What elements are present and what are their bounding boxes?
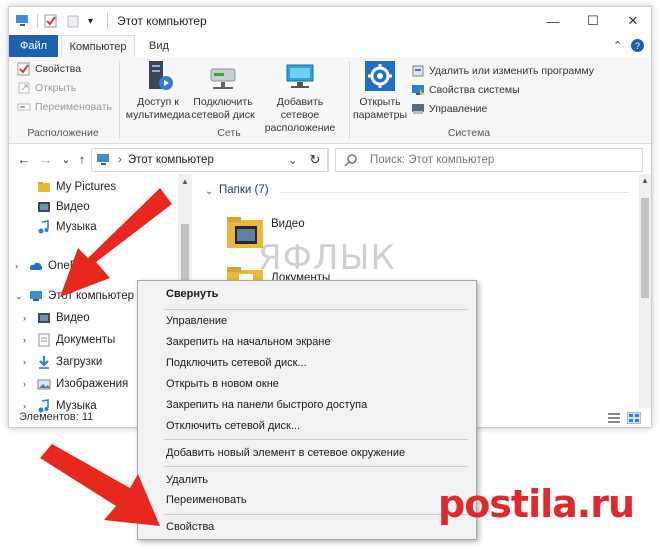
annotation-arrows [40,188,172,526]
arrow-to-this-pc-icon [60,188,172,297]
arrow-to-properties-icon [40,444,160,526]
watermark-site: postila.ru [438,482,635,526]
